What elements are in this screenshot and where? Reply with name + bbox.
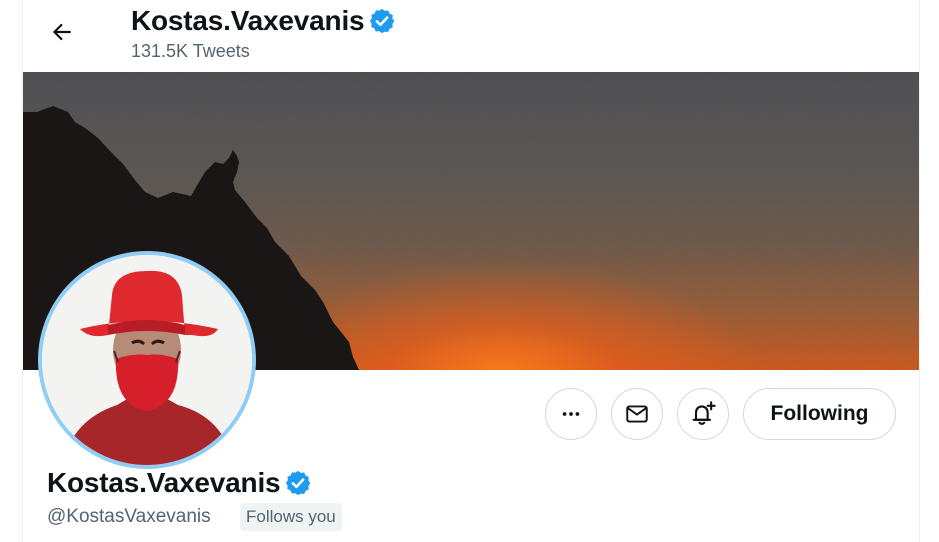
following-button[interactable]: Following — [743, 388, 896, 440]
verified-badge-icon — [284, 469, 312, 497]
arrow-left-icon — [49, 19, 75, 45]
header-name-text: Kostas.Vaxevanis — [131, 5, 365, 36]
header-title: Kostas.Vaxevanis — [131, 5, 396, 37]
profile-name-text: Kostas.Vaxevanis — [47, 467, 281, 498]
profile-avatar[interactable] — [38, 251, 256, 469]
mail-icon — [624, 401, 650, 427]
more-button[interactable] — [545, 388, 597, 440]
verified-badge-icon — [368, 7, 396, 35]
more-icon — [560, 403, 582, 425]
message-button[interactable] — [611, 388, 663, 440]
bell-plus-icon — [689, 400, 717, 428]
tweet-count: 131.5K Tweets — [131, 41, 250, 61]
profile-handle: @KostasVaxevanis — [47, 506, 211, 527]
back-button[interactable] — [40, 12, 84, 52]
follows-you-badge: Follows you — [240, 503, 342, 531]
profile-name: Kostas.Vaxevanis — [47, 467, 312, 499]
notifications-button[interactable] — [677, 388, 729, 440]
